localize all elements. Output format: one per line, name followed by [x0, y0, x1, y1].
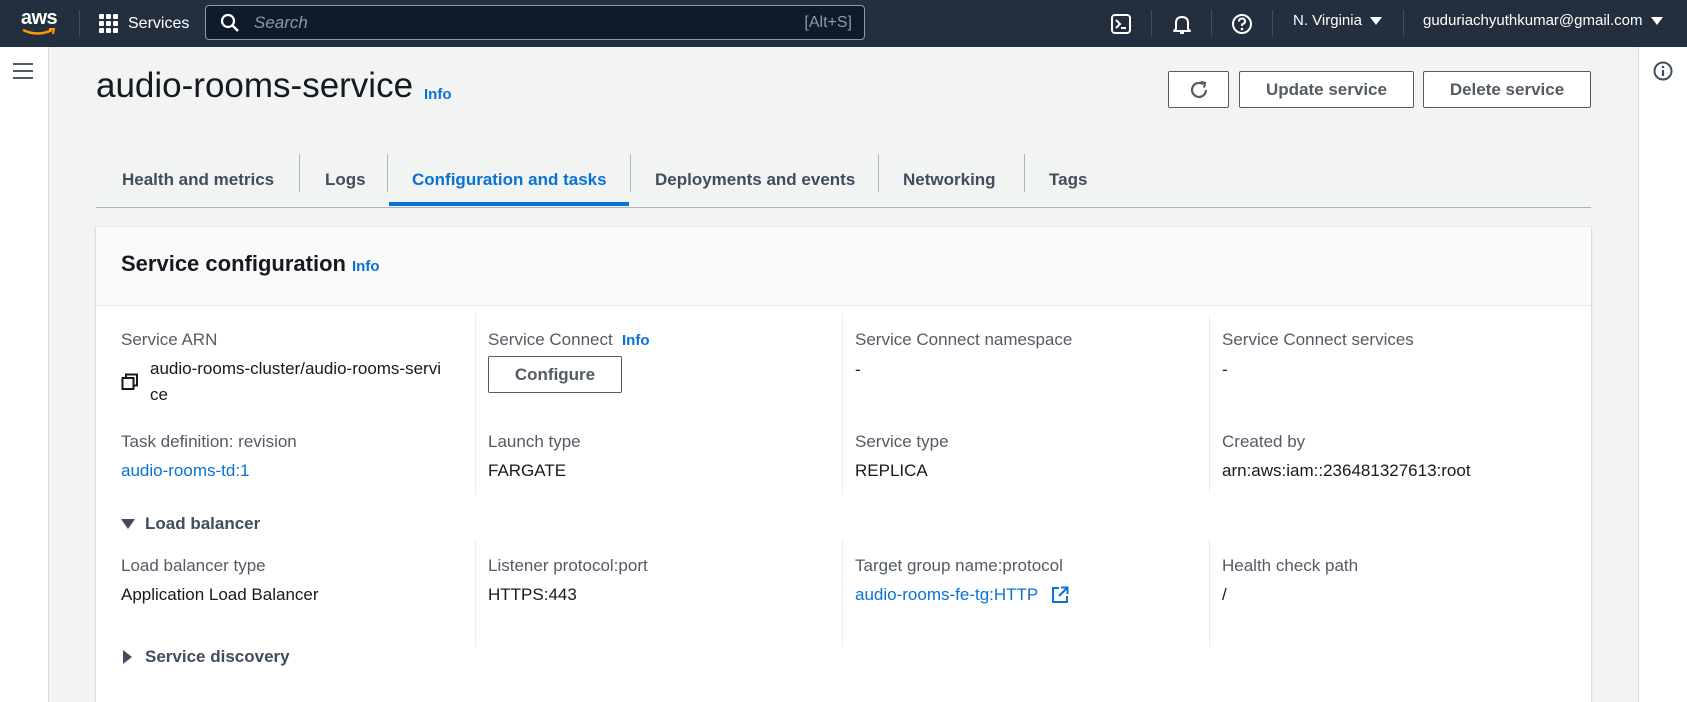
- nav-divider: [1211, 10, 1212, 37]
- service-arn-value-wrap: ce: [150, 385, 168, 404]
- help-panel-strip: [1638, 47, 1687, 702]
- caret-right-icon: [123, 650, 132, 664]
- help-icon[interactable]: [1229, 11, 1255, 37]
- caret-down-icon: [121, 519, 135, 529]
- column-divider: [842, 314, 843, 494]
- created-by-value: arn:aws:iam::236481327613:root: [1222, 461, 1471, 480]
- service-discovery-section-label: Service discovery: [145, 647, 290, 666]
- service-connect-label: Service Connect: [488, 330, 613, 349]
- listener-label: Listener protocol:port: [488, 556, 648, 575]
- top-navigation: aws Services Search [Alt+S] N. Virginia …: [0, 0, 1687, 47]
- refresh-button[interactable]: [1168, 71, 1229, 108]
- tab-separator: [1024, 154, 1025, 192]
- tab-configuration-and-tasks[interactable]: Configuration and tasks: [412, 152, 607, 208]
- menu-icon[interactable]: [13, 63, 33, 79]
- service-configuration-panel: Service configuration Info Service ARN a…: [96, 227, 1591, 702]
- side-navigation-strip: [0, 47, 49, 702]
- search-icon: [220, 13, 239, 32]
- task-definition-label: Task definition: revision: [121, 432, 297, 451]
- tab-health-and-metrics[interactable]: Health and metrics: [122, 152, 274, 208]
- service-connect-namespace-label: Service Connect namespace: [855, 330, 1073, 349]
- listener-value: HTTPS:443: [488, 585, 577, 604]
- column-divider: [1209, 314, 1210, 494]
- refresh-icon: [1190, 80, 1207, 98]
- aws-logo[interactable]: aws: [18, 8, 60, 38]
- column-divider: [1209, 539, 1210, 647]
- info-link[interactable]: Info: [622, 332, 650, 349]
- copy-icon[interactable]: [121, 373, 139, 391]
- created-by-label: Created by: [1222, 432, 1306, 451]
- health-check-path-label: Health check path: [1222, 556, 1359, 575]
- load-balancer-expander[interactable]: Load balancer: [121, 514, 260, 534]
- panel-title: Service configuration: [121, 251, 346, 276]
- search-shortcut: [Alt+S]: [804, 13, 852, 31]
- service-connect-services-label: Service Connect services: [1222, 330, 1414, 349]
- column-divider: [475, 539, 476, 647]
- tab-separator: [630, 154, 631, 192]
- tab-list: Health and metrics Logs Configuration an…: [96, 152, 1591, 208]
- service-connect-namespace-value: -: [855, 360, 861, 379]
- load-balancer-type-label: Load balancer type: [121, 556, 266, 575]
- search-input[interactable]: Search [Alt+S]: [205, 5, 865, 40]
- service-discovery-expander[interactable]: Service discovery: [121, 647, 290, 667]
- task-definition-link[interactable]: audio-rooms-td:1: [121, 461, 250, 481]
- nav-divider: [1403, 10, 1404, 37]
- nav-divider: [1272, 10, 1273, 37]
- account-label: guduriachyuthkumar@gmail.com: [1423, 12, 1643, 29]
- service-type-value: REPLICA: [855, 461, 928, 480]
- cloudshell-icon[interactable]: [1108, 11, 1134, 37]
- update-service-button[interactable]: Update service: [1239, 71, 1414, 108]
- account-menu[interactable]: guduriachyuthkumar@gmail.com: [1423, 12, 1663, 29]
- search-placeholder: Search: [254, 12, 308, 32]
- active-tab-indicator: [389, 202, 629, 206]
- tab-networking[interactable]: Networking: [903, 152, 996, 208]
- service-arn-label: Service ARN: [121, 330, 218, 349]
- tab-separator: [878, 154, 879, 192]
- configure-button[interactable]: Configure: [488, 356, 622, 393]
- info-icon[interactable]: [1653, 61, 1673, 81]
- tab-logs[interactable]: Logs: [325, 152, 366, 208]
- load-balancer-section-label: Load balancer: [145, 514, 261, 533]
- page-title: audio-rooms-service: [96, 66, 414, 105]
- delete-service-button[interactable]: Delete service: [1423, 71, 1591, 108]
- load-balancer-type-value: Application Load Balancer: [121, 585, 319, 604]
- tab-separator: [387, 154, 388, 192]
- target-group-label: Target group name:protocol: [855, 556, 1063, 575]
- info-link[interactable]: Info: [352, 258, 380, 275]
- service-connect-services-value: -: [1222, 360, 1228, 379]
- column-divider: [475, 314, 476, 494]
- info-link[interactable]: Info: [424, 86, 452, 103]
- service-type-label: Service type: [855, 432, 949, 451]
- tab-separator: [299, 154, 300, 192]
- launch-type-value: FARGATE: [488, 461, 567, 480]
- service-arn-value: audio-rooms-cluster/audio-rooms-servi: [150, 359, 441, 378]
- tab-tags[interactable]: Tags: [1049, 152, 1087, 208]
- panel-header: Service configuration Info: [96, 227, 1591, 306]
- external-link-icon[interactable]: [1051, 586, 1069, 604]
- caret-down-icon: [1650, 16, 1663, 25]
- target-group-link[interactable]: audio-rooms-fe-tg:HTTP: [855, 585, 1038, 605]
- column-divider: [842, 539, 843, 647]
- nav-divider: [1151, 10, 1152, 37]
- services-label: Services: [128, 14, 190, 32]
- region-selector[interactable]: N. Virginia: [1293, 12, 1382, 29]
- health-check-path-value: /: [1222, 585, 1227, 604]
- services-menu-button[interactable]: Services: [99, 10, 189, 37]
- region-label: N. Virginia: [1293, 12, 1362, 29]
- nav-divider: [79, 10, 80, 37]
- launch-type-label: Launch type: [488, 432, 581, 451]
- caret-down-icon: [1369, 16, 1382, 25]
- tab-deployments-and-events[interactable]: Deployments and events: [655, 152, 855, 208]
- smile-arrow-icon: [22, 28, 56, 35]
- grid-icon: [99, 14, 118, 33]
- bell-icon[interactable]: [1169, 11, 1195, 37]
